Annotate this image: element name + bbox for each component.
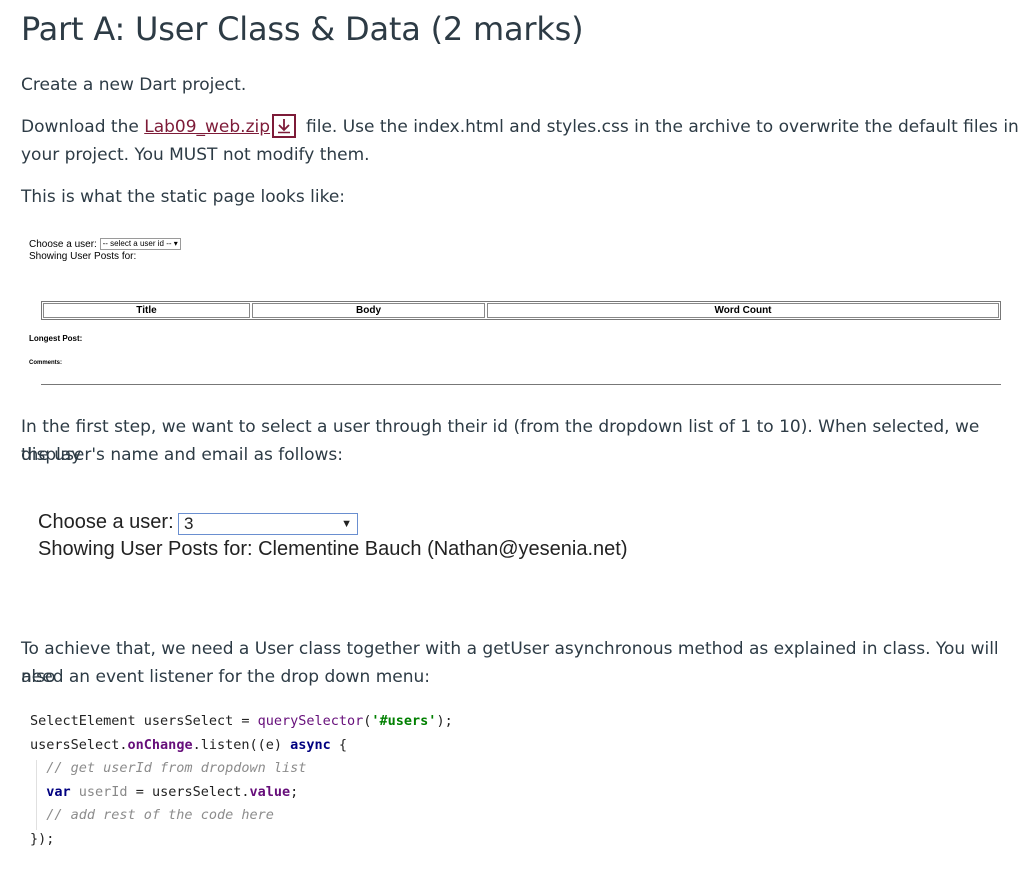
static-choose-label: Choose a user: <box>29 239 97 250</box>
code-line-4: var userId = usersSelect.value; <box>46 783 299 800</box>
col-word-count: Word Count <box>487 303 999 318</box>
static-user-select: -- select a user id -- ▾ <box>99 238 181 250</box>
example-choose-label: Choose a user: <box>38 511 174 533</box>
static-posts-table-header: Title Body Word Count <box>41 301 1001 320</box>
code-line-3: // get userId from dropdown list <box>46 760 307 777</box>
paragraph-first-step-line2: the user's name and email as follows: <box>21 445 344 465</box>
col-title: Title <box>43 303 250 318</box>
paragraph-create-project: Create a new Dart project. <box>21 75 247 95</box>
download-text-before: Download the <box>21 117 145 137</box>
paragraph-download: Download the Lab09_web.zip file. Use the … <box>21 113 1019 141</box>
download-text-after: file. Use the index.html and styles.css … <box>306 117 1019 137</box>
example-user-select: 3 ▼ <box>178 513 358 535</box>
chevron-down-icon: ▼ <box>341 518 352 530</box>
static-choose-row: Choose a user: -- select a user id -- ▾ <box>29 238 181 250</box>
paragraph-download-line2: your project. You MUST not modify them. <box>21 145 370 165</box>
static-showing-label: Showing User Posts for: <box>29 251 137 262</box>
download-icon[interactable] <box>272 114 297 138</box>
page-title: Part A: User Class & Data (2 marks) <box>21 10 584 48</box>
example-showing-text: Showing User Posts for: Clementine Bauch… <box>38 538 628 560</box>
code-block: SelectElement usersSelect = querySelecto… <box>30 710 453 852</box>
col-body: Body <box>252 303 485 318</box>
static-longest-post: Longest Post: <box>29 334 83 343</box>
code-line-6: }); <box>30 830 55 847</box>
static-comments: Comments: <box>29 360 63 366</box>
code-line-5: // add rest of the code here <box>46 807 274 824</box>
paragraph-achieve-line2: need an event listener for the drop down… <box>21 667 431 687</box>
code-line-2: usersSelect.onChange.listen((e) async { <box>30 736 348 753</box>
lab09-zip-link[interactable]: Lab09_web.zip <box>144 117 270 137</box>
static-divider <box>41 384 1001 385</box>
code-line-1: SelectElement usersSelect = querySelecto… <box>30 713 453 729</box>
paragraph-static-page: This is what the static page looks like: <box>21 187 346 207</box>
